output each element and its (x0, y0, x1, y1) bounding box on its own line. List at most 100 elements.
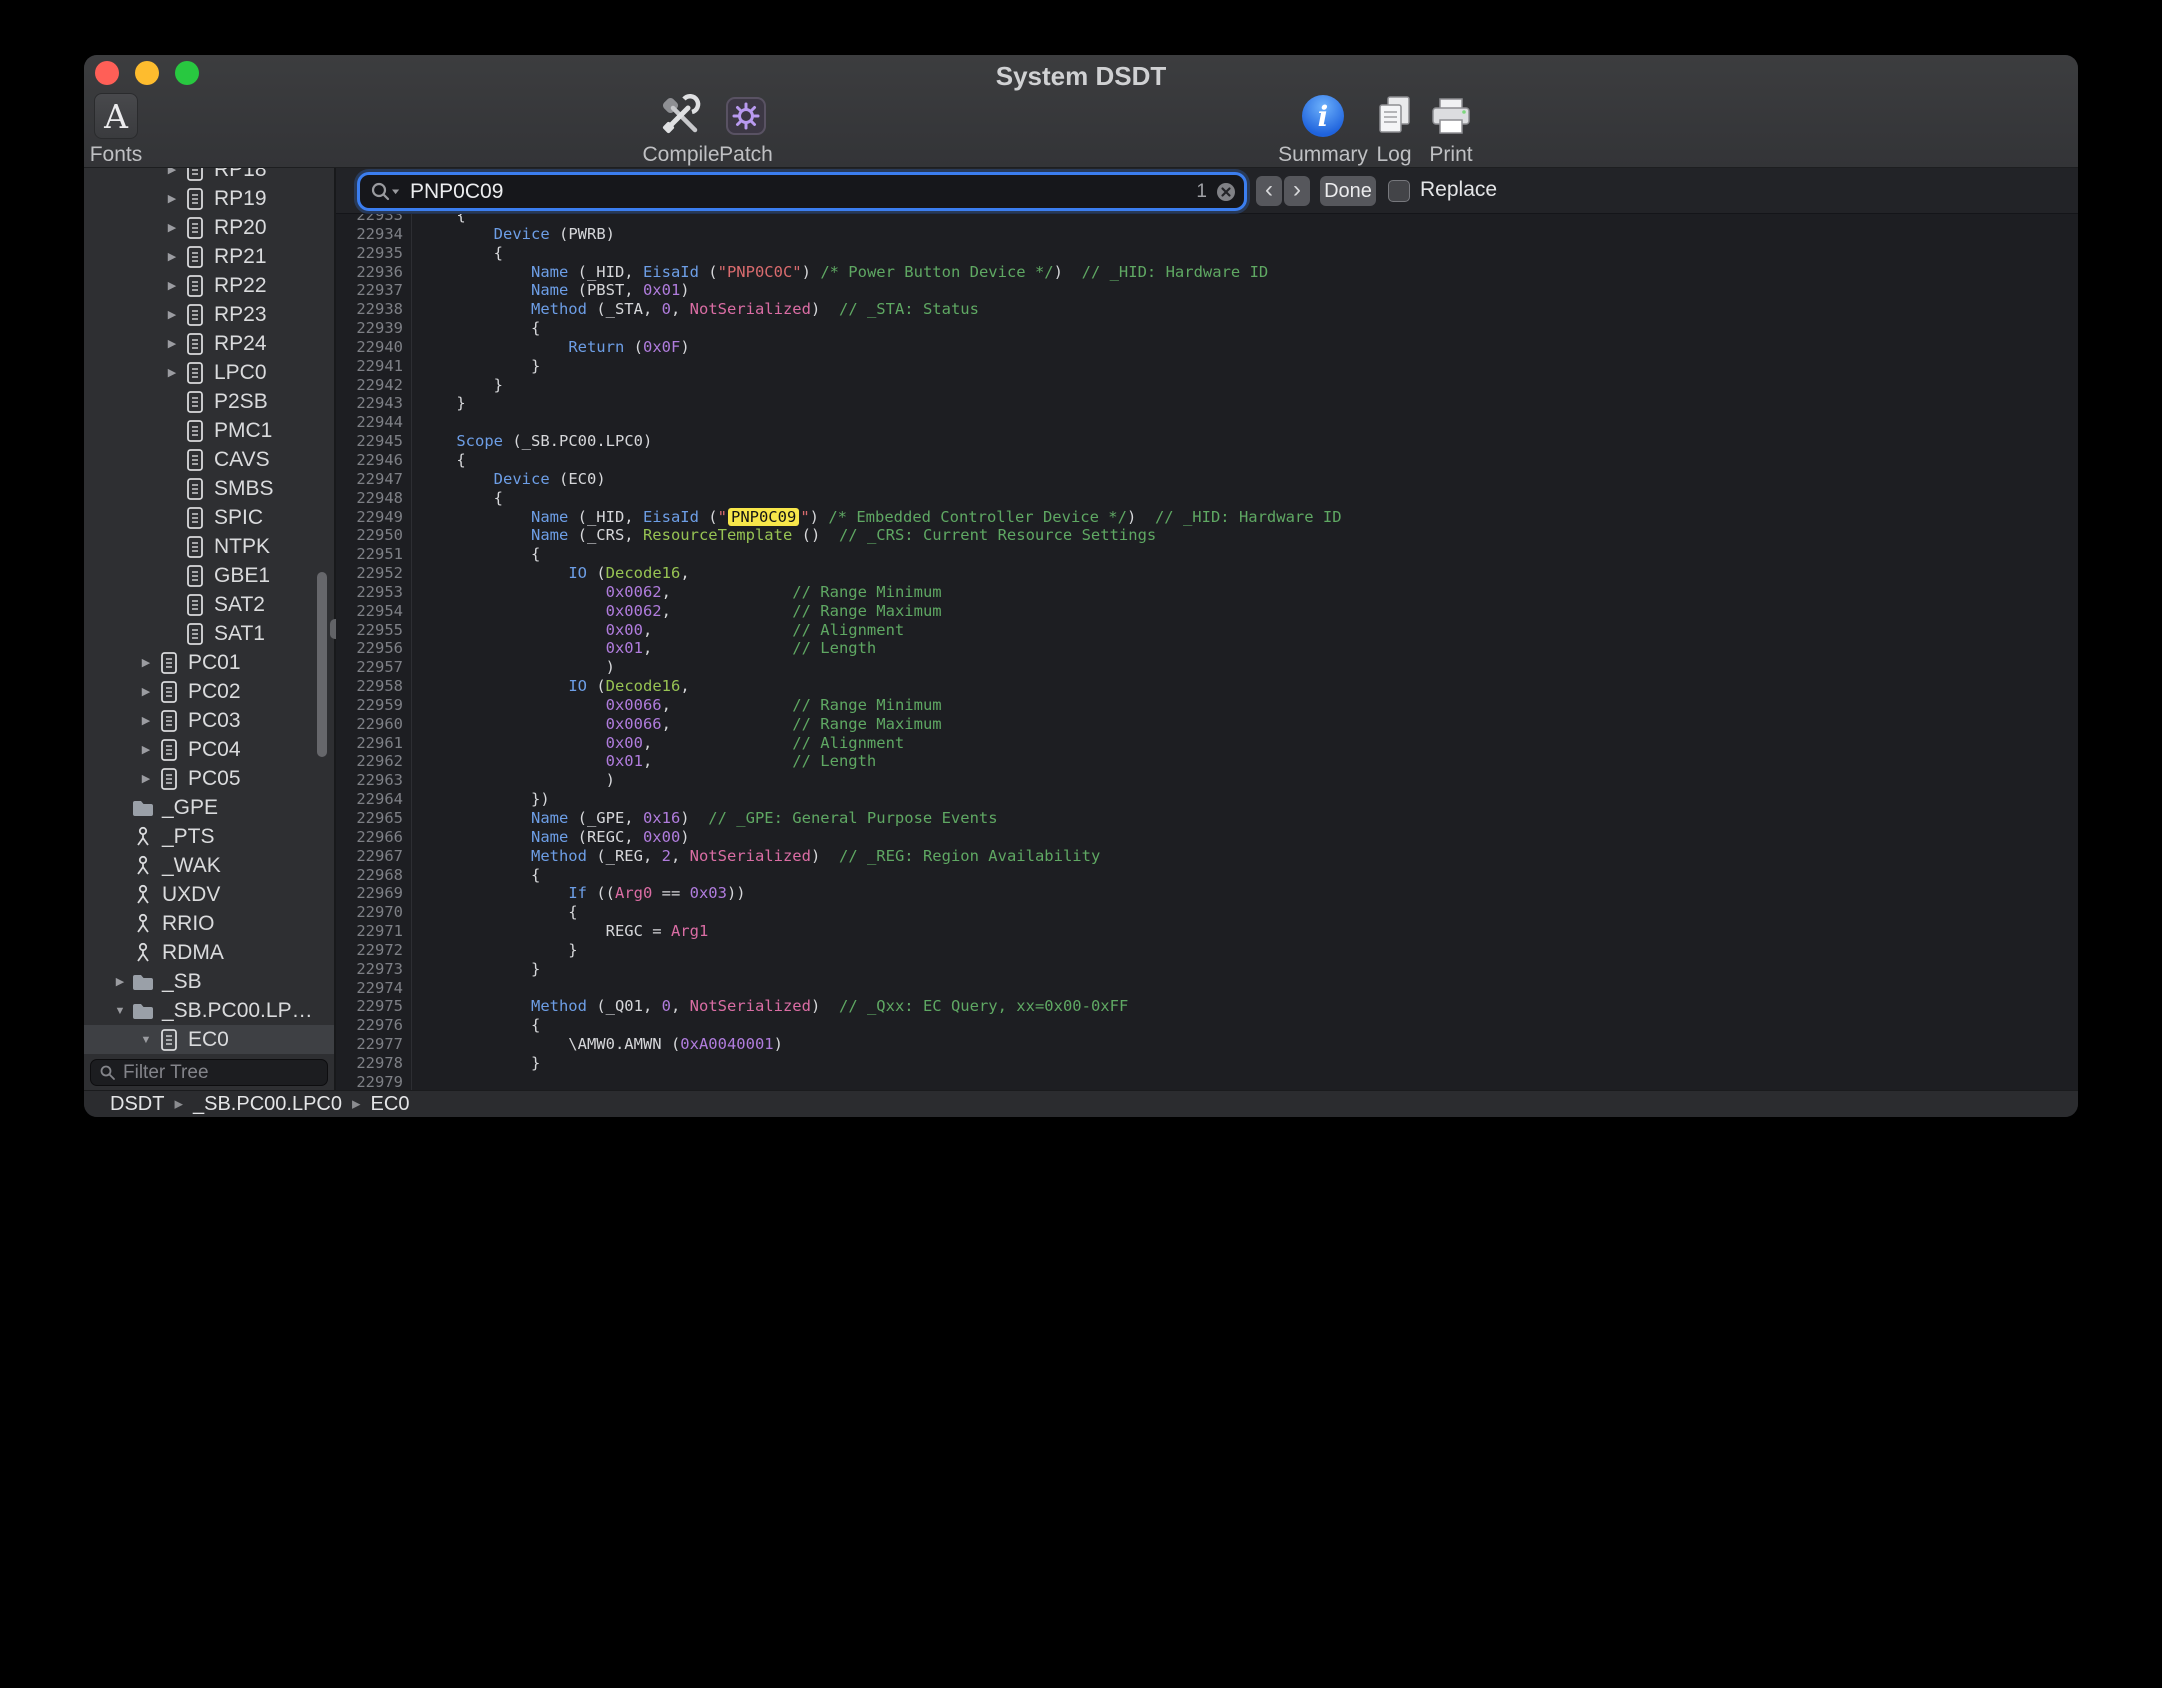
sidebar-item-label: PMC1 (214, 419, 272, 443)
sidebar-item-pts[interactable]: _PTS (84, 822, 334, 851)
breadcrumb-separator: ▸ (352, 1094, 361, 1114)
print-button[interactable]: Print (1391, 91, 1511, 167)
disclosure-triangle-icon[interactable]: ▶ (162, 308, 182, 321)
sidebar-item-pc05[interactable]: ▶PC05 (84, 764, 334, 793)
find-bar: 1 ‹ › Done Replace (336, 168, 2078, 214)
device-icon (182, 168, 208, 182)
sidebar-item-pc04[interactable]: ▶PC04 (84, 735, 334, 764)
sidebar-item-rp23[interactable]: ▶ RP23 (84, 300, 334, 329)
breadcrumb-item: EC0 (371, 1093, 410, 1116)
sidebar-item-label: RP23 (214, 303, 267, 327)
disclosure-triangle-icon[interactable]: ▶ (162, 168, 182, 176)
sidebar-item-sb[interactable]: ▶ _SB (84, 967, 334, 996)
code-line: 22945 Scope (_SB.PC00.LPC0) (336, 432, 2078, 451)
sidebar-item-label: RP24 (214, 332, 267, 356)
line-number: 22965 (336, 809, 412, 828)
sidebar-item-label: SPIC (214, 506, 263, 530)
done-button[interactable]: Done (1320, 176, 1376, 206)
line-number: 22966 (336, 828, 412, 847)
sidebar-item-gbe1[interactable]: GBE1 (84, 561, 334, 590)
sidebar-item-label: _SB (162, 970, 202, 994)
sidebar-item-label: RP20 (214, 216, 267, 240)
fonts-button[interactable]: A Fonts (84, 91, 176, 167)
sidebar-item-lpc0[interactable]: ▶LPC0 (84, 358, 334, 387)
disclosure-triangle-icon[interactable]: ▶ (162, 221, 182, 234)
code-text: 0x0062, // Range Maximum (412, 602, 942, 621)
sidebar-scrollbar[interactable] (317, 572, 327, 757)
line-number: 22949 (336, 508, 412, 527)
sidebar-item-rp24[interactable]: ▶ RP24 (84, 329, 334, 358)
disclosure-triangle-icon[interactable]: ▶ (162, 366, 182, 379)
line-number: 22936 (336, 263, 412, 282)
scope-tree: ▶RP18▶RP19▶RP20▶RP21▶RP22▶RP23▶RP24▶LPC0… (84, 168, 334, 1054)
sidebar-item-rp19[interactable]: ▶RP19 (84, 184, 334, 213)
sidebar-item-pc03[interactable]: ▶PC03 (84, 706, 334, 735)
sidebar-item-cavs[interactable]: CAVS (84, 445, 334, 474)
find-previous-button[interactable]: ‹ (1256, 176, 1282, 206)
sidebar-item-rp22[interactable]: ▶RP22 (84, 271, 334, 300)
code-line: 22964 }) (336, 790, 2078, 809)
sidebar-item-sat2[interactable]: SAT2 (84, 590, 334, 619)
code-line: 22970 { (336, 903, 2078, 922)
sidebar-item-smbs[interactable]: SMBS (84, 474, 334, 503)
code-line: 22951 { (336, 545, 2078, 564)
code-text: } (412, 357, 540, 376)
sidebar-item-rp18[interactable]: ▶RP18 (84, 168, 334, 184)
disclosure-triangle-icon[interactable]: ▶ (136, 685, 156, 698)
sidebar-item-pc01[interactable]: ▶PC01 (84, 648, 334, 677)
line-number: 22963 (336, 771, 412, 790)
device-icon (156, 1028, 182, 1052)
sidebar-item-gpe[interactable]: _GPE (84, 793, 334, 822)
disclosure-triangle-icon[interactable]: ▶ (136, 656, 156, 669)
sidebar-item-rp21[interactable]: ▶RP21 (84, 242, 334, 271)
sidebar-item-wak[interactable]: _WAK (84, 851, 334, 880)
find-next-button[interactable]: › (1284, 176, 1310, 206)
code-line: 22937 Name (PBST, 0x01) (336, 281, 2078, 300)
patch-button[interactable]: Patch (686, 91, 806, 167)
clear-search-icon[interactable] (1215, 181, 1237, 203)
sidebar-item-spic[interactable]: SPIC (84, 503, 334, 532)
sidebar-item-uxdv[interactable]: UXDV (84, 880, 334, 909)
code-line: 22947 Device (EC0) (336, 470, 2078, 489)
sidebar-item-rdma[interactable]: RDMA (84, 938, 334, 967)
line-number: 22939 (336, 319, 412, 338)
line-number: 22976 (336, 1016, 412, 1035)
sidebar-item-ec0[interactable]: ▼EC0 (84, 1025, 334, 1054)
code-line: 22966 Name (REGC, 0x00) (336, 828, 2078, 847)
sidebar-item-p2sb[interactable]: P2SB (84, 387, 334, 416)
code-text: } (412, 394, 466, 413)
code-line: 22968 { (336, 866, 2078, 885)
find-input[interactable] (410, 180, 1196, 204)
code-text: } (412, 960, 540, 979)
status-bar: DSDT▸_SB.PC00.LPC0▸EC0 (84, 1090, 2078, 1117)
window-title: System DSDT (84, 61, 2078, 92)
breadcrumb-item: _SB.PC00.LPC0 (193, 1093, 342, 1116)
search-menu-icon[interactable] (370, 181, 404, 203)
disclosure-triangle-icon[interactable]: ▶ (162, 250, 182, 263)
disclosure-triangle-icon[interactable]: ▶ (162, 192, 182, 205)
sidebar-item-rp20[interactable]: ▶ RP20 (84, 213, 334, 242)
sidebar-item-pmc1[interactable]: PMC1 (84, 416, 334, 445)
disclosure-triangle-icon[interactable]: ▼ (110, 1005, 130, 1017)
disclosure-triangle-icon[interactable]: ▶ (136, 772, 156, 785)
replace-checkbox[interactable] (1388, 180, 1410, 202)
code-editor[interactable]: 22933 {22934 Device (PWRB)22935 {22936 N… (336, 214, 2078, 1090)
device-icon (182, 535, 208, 559)
sidebar-item-pc02[interactable]: ▶PC02 (84, 677, 334, 706)
filter-magnifier-icon (99, 1064, 117, 1082)
filter-tree-input[interactable] (123, 1062, 319, 1084)
disclosure-triangle-icon[interactable]: ▶ (136, 743, 156, 756)
line-number: 22941 (336, 357, 412, 376)
disclosure-triangle-icon[interactable]: ▶ (110, 975, 130, 988)
patch-icon (686, 91, 806, 141)
sidebar-item-rrio[interactable]: RRIO (84, 909, 334, 938)
disclosure-triangle-icon[interactable]: ▶ (136, 714, 156, 727)
code-text: Method (_REG, 2, NotSerialized) // _REG:… (412, 847, 1100, 866)
line-number: 22977 (336, 1035, 412, 1054)
sidebar-item-ntpk[interactable]: NTPK (84, 532, 334, 561)
disclosure-triangle-icon[interactable]: ▼ (136, 1034, 156, 1046)
sidebar-item-sb-pc00-lp[interactable]: ▼_SB.PC00.LP… (84, 996, 334, 1025)
disclosure-triangle-icon[interactable]: ▶ (162, 279, 182, 292)
disclosure-triangle-icon[interactable]: ▶ (162, 337, 182, 350)
sidebar-item-sat1[interactable]: SAT1 (84, 619, 334, 648)
